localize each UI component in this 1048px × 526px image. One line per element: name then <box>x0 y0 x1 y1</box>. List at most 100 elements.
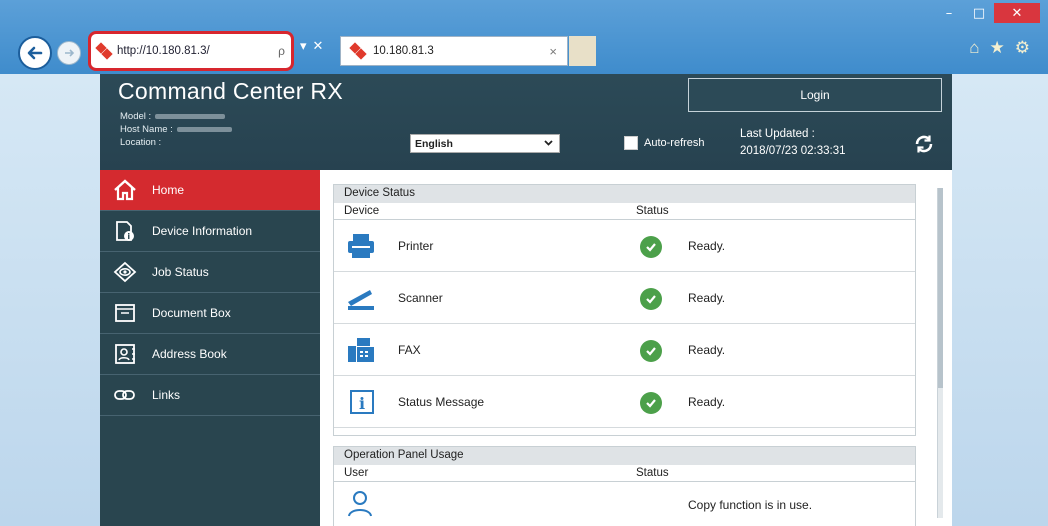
operation-panel-title: Operation Panel Usage <box>334 447 915 465</box>
device-row-printer[interactable]: Printer Ready. <box>334 220 915 272</box>
address-actions: ▾ ✕ <box>300 38 323 54</box>
svg-text:i: i <box>127 232 130 241</box>
close-window-button[interactable]: ✕ <box>994 3 1040 23</box>
auto-refresh-checkbox[interactable] <box>624 136 638 150</box>
device-row-scanner[interactable]: Scanner Ready. <box>334 272 915 324</box>
user-icon <box>348 491 372 517</box>
forward-button[interactable] <box>57 41 81 65</box>
device-name: Printer <box>398 239 434 253</box>
operation-panel-header: User Status <box>334 465 915 482</box>
sidebar-item-label: Address Book <box>152 347 227 361</box>
device-info-icon: i <box>112 218 138 244</box>
model-value-redacted <box>155 113 226 119</box>
sidebar-item-label: Home <box>152 183 185 197</box>
address-book-icon <box>112 341 138 367</box>
printer-icon <box>348 234 374 258</box>
check-circle-icon <box>640 392 662 414</box>
last-updated-value: 2018/07/23 02:33:31 <box>740 145 846 157</box>
browser-chrome: – □ ✕ http://10.180.81.3/ ρ ▾ ✕ 10.180.8… <box>0 0 1048 74</box>
operation-status-text: Copy function is in use. <box>688 498 813 512</box>
browser-tab[interactable]: 10.180.81.3 × <box>340 36 568 66</box>
device-status-text: Ready. <box>688 291 726 305</box>
operation-row[interactable]: Copy function is in use. <box>334 482 915 526</box>
device-status-text: Ready. <box>688 395 726 409</box>
sidebar-item-label: Job Status <box>152 265 209 279</box>
favorites-icon[interactable]: ★ <box>990 38 1005 58</box>
fax-icon <box>348 338 374 362</box>
content-scrollbar[interactable] <box>937 188 943 518</box>
check-circle-icon <box>640 340 662 362</box>
stop-icon[interactable]: ✕ <box>313 38 324 54</box>
address-bar[interactable]: http://10.180.81.3/ ρ <box>88 31 294 71</box>
device-row-status-message[interactable]: i Status Message Ready. <box>334 376 915 428</box>
device-status-panel: Device Status Device Status Printer Read… <box>333 184 916 436</box>
arrow-right-icon <box>65 49 75 57</box>
document-box-icon <box>112 300 138 326</box>
sidebar: Home i Device Information Job Status Doc… <box>100 170 320 526</box>
refresh-icon[interactable] <box>912 132 936 156</box>
chevron-down-icon <box>543 137 554 151</box>
address-url[interactable]: http://10.180.81.3/ <box>117 45 210 57</box>
device-meta: Model : Host Name : Location : <box>120 110 232 149</box>
sidebar-item-device-information[interactable]: i Device Information <box>100 211 320 252</box>
operation-panel-usage: Operation Panel Usage User Status Copy f… <box>333 446 916 526</box>
device-name: Status Message <box>398 395 485 409</box>
host-label: Host Name : <box>120 124 173 135</box>
arrow-left-icon <box>27 46 43 60</box>
last-updated-label: Last Updated : <box>740 128 815 140</box>
column-header-status: Status <box>636 205 669 217</box>
scanner-icon <box>348 290 374 310</box>
site-favicon-icon <box>97 44 111 58</box>
device-status-header: Device Status <box>334 203 915 220</box>
minimize-button[interactable]: – <box>934 3 964 23</box>
app-header: Command Center RX Model : Host Name : Lo… <box>100 74 952 170</box>
device-row-fax[interactable]: FAX Ready. <box>334 324 915 376</box>
sidebar-item-home[interactable]: Home <box>100 170 320 211</box>
page: Command Center RX Model : Host Name : Lo… <box>0 74 1048 526</box>
language-select[interactable]: English <box>410 134 560 153</box>
tab-favicon-icon <box>351 44 365 58</box>
main-content: Device Status Device Status Printer Read… <box>320 170 952 526</box>
search-icon[interactable]: ρ <box>278 44 285 58</box>
last-updated: Last Updated : 2018/07/23 02:33:31 <box>740 126 846 160</box>
address-dropdown-icon[interactable]: ▾ <box>300 38 307 54</box>
sidebar-item-label: Links <box>152 388 181 402</box>
tab-close-icon[interactable]: × <box>549 44 557 59</box>
location-label: Location : <box>120 137 162 148</box>
check-circle-icon <box>640 288 662 310</box>
auto-refresh-label: Auto-refresh <box>644 137 705 149</box>
model-label: Model : <box>120 111 152 122</box>
sidebar-item-job-status[interactable]: Job Status <box>100 252 320 293</box>
sidebar-item-document-box[interactable]: Document Box <box>100 293 320 334</box>
job-status-icon <box>112 259 138 285</box>
restore-button[interactable]: □ <box>964 3 994 23</box>
sidebar-item-label: Document Box <box>152 306 231 320</box>
device-status-title: Device Status <box>334 185 915 203</box>
login-button[interactable]: Login <box>688 78 942 112</box>
info-icon: i <box>350 390 374 414</box>
back-button[interactable] <box>18 36 52 70</box>
host-value-redacted <box>176 126 232 132</box>
browser-toolbar-right: ⌂ ★ ⚙ <box>969 38 1030 58</box>
check-circle-icon <box>640 236 662 258</box>
device-status-text: Ready. <box>688 343 726 357</box>
links-icon <box>112 382 138 408</box>
svg-text:i: i <box>359 394 365 413</box>
tab-title: 10.180.81.3 <box>373 45 434 57</box>
sidebar-item-address-book[interactable]: Address Book <box>100 334 320 375</box>
device-name: FAX <box>398 343 421 357</box>
home-icon <box>112 177 138 203</box>
auto-refresh-toggle[interactable]: Auto-refresh <box>624 136 705 150</box>
home-page-icon[interactable]: ⌂ <box>969 38 979 58</box>
new-tab-button[interactable] <box>569 36 596 66</box>
sidebar-item-label: Device Information <box>152 224 253 238</box>
language-value: English <box>415 137 453 150</box>
column-header-user: User <box>344 467 369 479</box>
settings-icon[interactable]: ⚙ <box>1015 38 1030 58</box>
sidebar-item-links[interactable]: Links <box>100 375 320 416</box>
column-header-status: Status <box>636 467 669 479</box>
window-controls: – □ ✕ <box>934 3 1040 23</box>
column-header-device: Device <box>344 205 380 217</box>
device-status-text: Ready. <box>688 239 726 253</box>
device-name: Scanner <box>398 291 443 305</box>
